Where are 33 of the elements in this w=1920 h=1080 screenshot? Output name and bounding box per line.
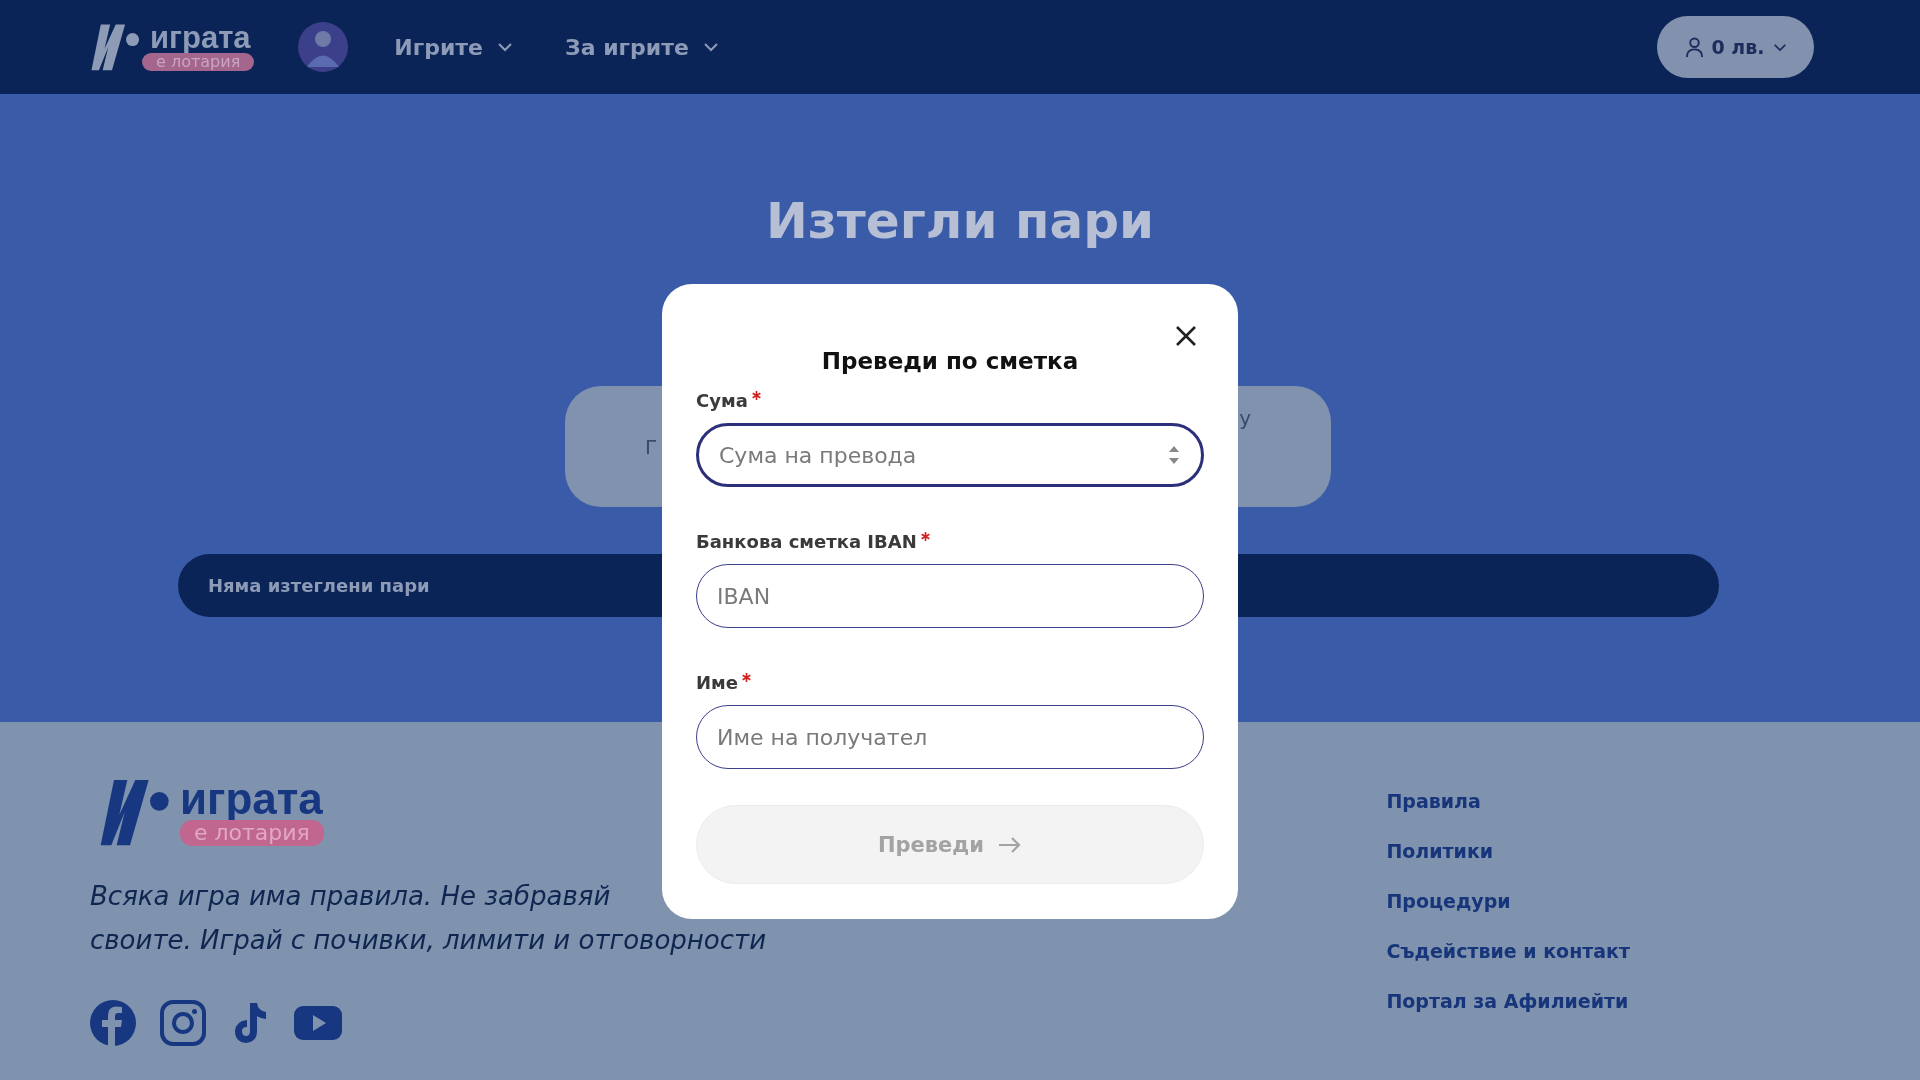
page-title: Изтегли пари [765, 192, 1155, 250]
field-label: Име [696, 672, 738, 693]
facebook-icon[interactable] [90, 1000, 136, 1046]
field-label: Банкова сметка IBAN [696, 531, 917, 552]
motto-text: Всяка игра има правила. Не забравяй [90, 880, 612, 913]
chevron-down-icon [702, 42, 719, 52]
logo-wordmark: играта [150, 23, 251, 53]
logo-wordmark: играта [180, 778, 323, 820]
input-field[interactable]: IBAN [696, 564, 1204, 628]
footer-link[interactable]: Портал за Афилиейти [1386, 988, 1630, 1014]
footer-link[interactable]: Процедури [1386, 888, 1630, 914]
footer-link[interactable]: Съдействие и контакт [1386, 938, 1630, 964]
arrow-right-icon [998, 835, 1023, 854]
chevron-down-icon [497, 42, 513, 52]
notice-text: Няма изтеглени пари [208, 575, 430, 596]
spinner-arrows-icon[interactable] [1168, 444, 1180, 466]
footer-link[interactable]: Политики [1386, 838, 1630, 864]
logo-tagline: е лотария [142, 53, 255, 71]
footer-link[interactable]: Правила [1386, 788, 1630, 814]
instagram-icon[interactable] [160, 1000, 206, 1046]
dialog-title: Преведи по сметка [820, 348, 1080, 374]
chevron-down-icon [1772, 42, 1787, 52]
logo-tagline: е лотария [180, 820, 324, 846]
avatar-icon[interactable] [298, 22, 349, 72]
field-label: Сума [696, 390, 748, 411]
youtube-icon[interactable] [294, 1006, 342, 1040]
input-field[interactable]: Име на получател [696, 705, 1204, 769]
input-field[interactable]: Сума на превода [696, 423, 1204, 487]
user-icon [1684, 36, 1704, 58]
nav-menu-item[interactable]: За игрите [565, 34, 719, 60]
motto-text: своите. Играй с почивки, лимити и отговорности [90, 924, 767, 957]
account-button[interactable]: 0 лв. [1657, 16, 1814, 78]
nav-menu-item[interactable]: Игрите [394, 34, 513, 60]
